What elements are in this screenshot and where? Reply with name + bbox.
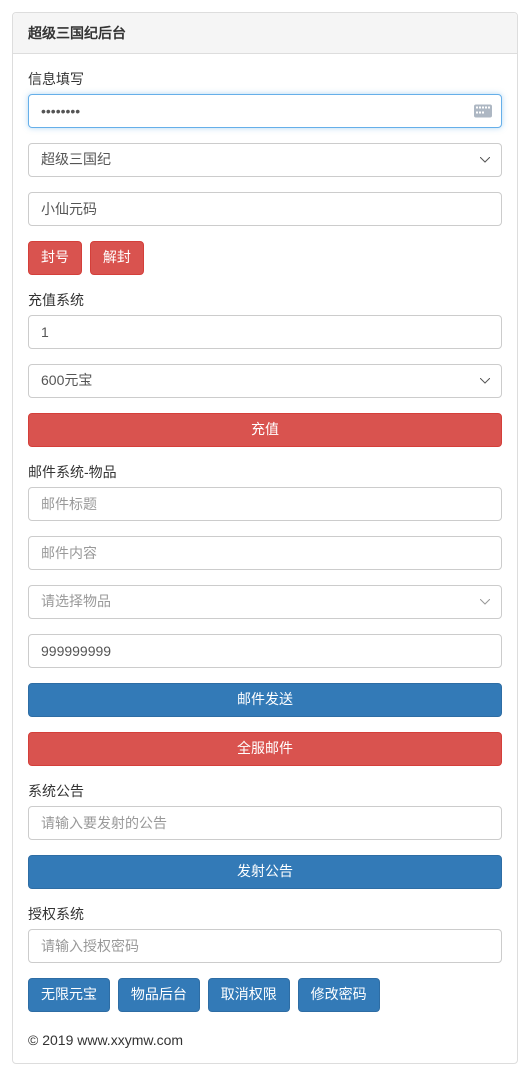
- mail-global-button[interactable]: 全服邮件: [28, 732, 502, 766]
- footer-text: © 2019 www.xxymw.com: [28, 1032, 502, 1048]
- recharge-option-select[interactable]: 600元宝: [28, 364, 502, 398]
- recharge-option-value: 600元宝: [41, 372, 92, 388]
- mail-item-placeholder: 请选择物品: [41, 593, 111, 609]
- keyboard-icon: [474, 105, 492, 118]
- revoke-button[interactable]: 取消权限: [208, 978, 290, 1012]
- server-select-value: 超级三国纪: [41, 151, 111, 167]
- mail-send-button[interactable]: 邮件发送: [28, 683, 502, 717]
- infinite-gold-button[interactable]: 无限元宝: [28, 978, 110, 1012]
- notice-input[interactable]: [28, 806, 502, 840]
- password-input[interactable]: [28, 94, 502, 128]
- panel-title: 超级三国纪后台: [13, 13, 517, 54]
- ban-button[interactable]: 封号: [28, 241, 82, 275]
- info-label: 信息填写: [28, 69, 502, 89]
- mail-qty-input[interactable]: [28, 634, 502, 668]
- mail-subject-input[interactable]: [28, 487, 502, 521]
- notice-send-button[interactable]: 发射公告: [28, 855, 502, 889]
- player-input[interactable]: [28, 192, 502, 226]
- recharge-amount-input[interactable]: [28, 315, 502, 349]
- unban-button[interactable]: 解封: [90, 241, 144, 275]
- server-select[interactable]: 超级三国纪: [28, 143, 502, 177]
- recharge-label: 充值系统: [28, 290, 502, 310]
- auth-label: 授权系统: [28, 904, 502, 924]
- mail-item-select[interactable]: 请选择物品: [28, 585, 502, 619]
- mail-body-input[interactable]: [28, 536, 502, 570]
- panel-body: 信息填写 超级三国纪 封号 解封 充值系统: [13, 54, 517, 1063]
- items-admin-button[interactable]: 物品后台: [118, 978, 200, 1012]
- change-password-button[interactable]: 修改密码: [298, 978, 380, 1012]
- admin-panel: 超级三国纪后台 信息填写 超级三国纪 封号 解封: [12, 12, 518, 1064]
- auth-password-input[interactable]: [28, 929, 502, 963]
- recharge-button[interactable]: 充值: [28, 413, 502, 447]
- notice-label: 系统公告: [28, 781, 502, 801]
- mail-label: 邮件系统-物品: [28, 462, 502, 482]
